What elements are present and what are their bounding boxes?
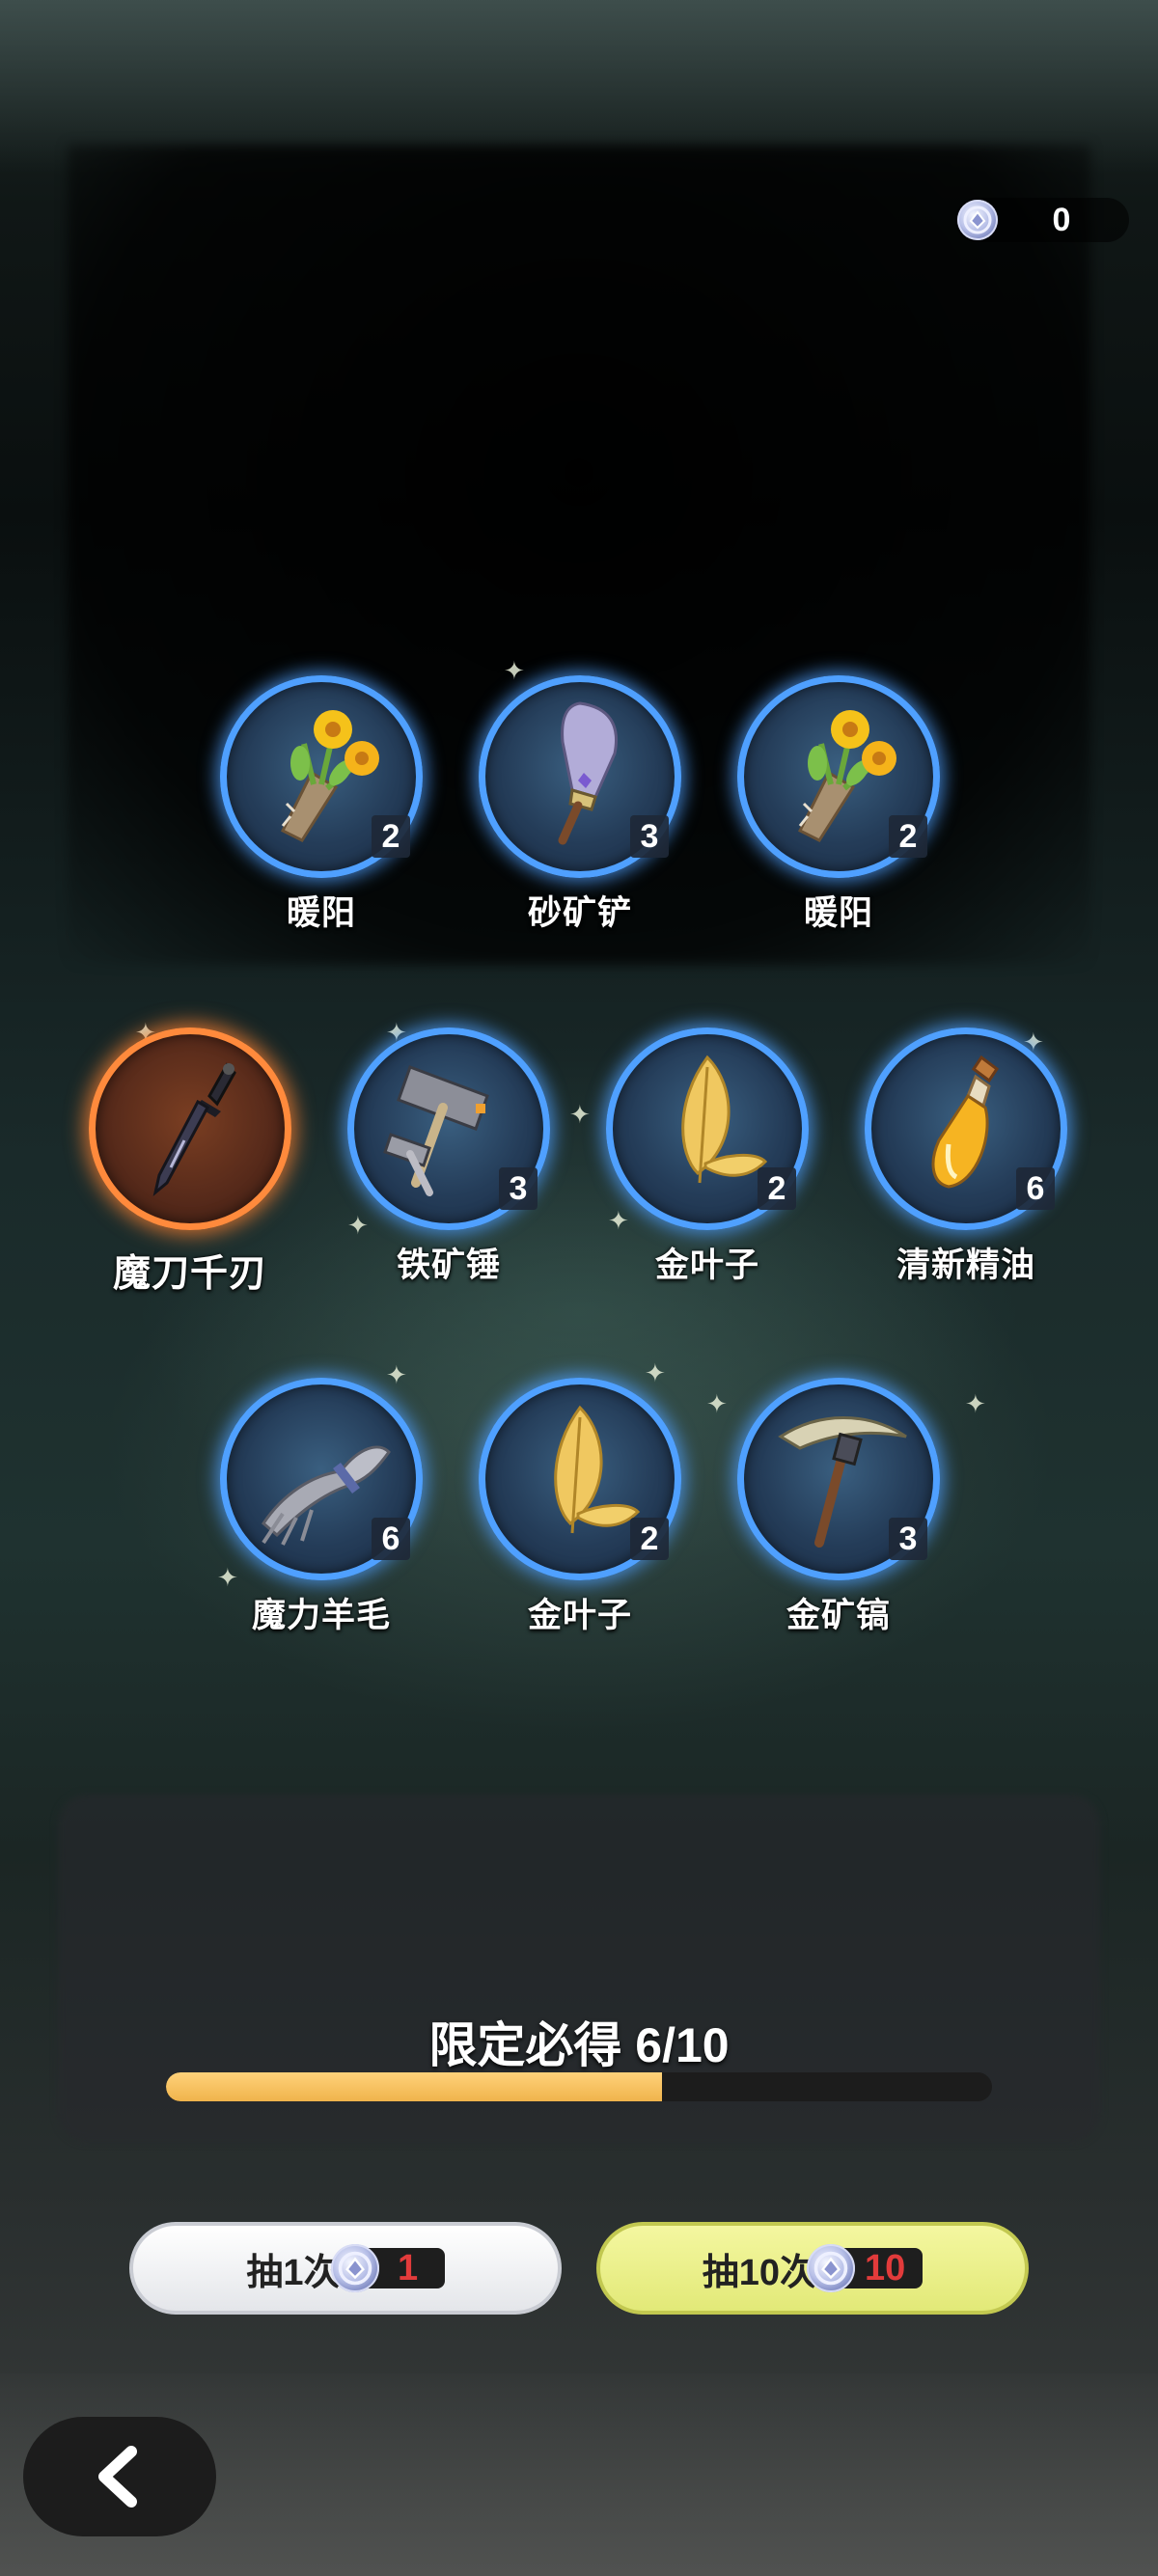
item-count: 3 bbox=[630, 815, 669, 858]
item-name: 砂矿铲 bbox=[527, 894, 632, 932]
item-count: 2 bbox=[372, 815, 410, 858]
draw-ten-button[interactable]: 抽10次 10 bbox=[596, 2222, 1029, 2315]
item-count: 6 bbox=[372, 1518, 410, 1560]
draw-once-cost: 1 bbox=[397, 2247, 419, 2288]
item-count: 3 bbox=[889, 1518, 927, 1560]
item-name: 魔力羊毛 bbox=[251, 1597, 391, 1634]
item-name: 金叶子 bbox=[654, 1247, 759, 1284]
item-count: 2 bbox=[758, 1167, 796, 1210]
item-count: 2 bbox=[630, 1518, 669, 1560]
item-frame: 3 bbox=[479, 675, 681, 878]
item-frame: 2 bbox=[606, 1028, 809, 1230]
item-frame: 3 bbox=[347, 1028, 550, 1230]
item-frame: 2 bbox=[737, 675, 940, 878]
crystal-coin-icon bbox=[957, 200, 998, 240]
item-name: 金矿镐 bbox=[786, 1597, 891, 1634]
item-frame-rare bbox=[89, 1028, 291, 1230]
reward-item[interactable]: 2 金叶子 bbox=[450, 1378, 710, 1637]
item-frame: 3 bbox=[737, 1378, 940, 1580]
cost-badge: 10 bbox=[807, 2244, 924, 2292]
item-frame: 6 bbox=[865, 1028, 1067, 1230]
cost-badge: 1 bbox=[330, 2244, 445, 2292]
guarantee-progress-bar bbox=[166, 2072, 992, 2101]
guarantee-progress-label: 限定必得 6/10 bbox=[428, 2018, 730, 2072]
item-count: 6 bbox=[1016, 1167, 1055, 1210]
reward-item[interactable]: 6 魔力羊毛 bbox=[191, 1378, 452, 1637]
draw-once-button[interactable]: 抽1次 1 bbox=[129, 2222, 562, 2315]
item-name: 暖阳 bbox=[286, 894, 356, 932]
draw-ten-label: 抽10次 bbox=[702, 2252, 816, 2293]
item-frame: 2 bbox=[220, 675, 423, 878]
item-frame: 2 bbox=[479, 1378, 681, 1580]
currency-counter: 0 bbox=[955, 198, 1129, 242]
item-name: 铁矿锤 bbox=[396, 1247, 501, 1284]
draw-once-label: 抽1次 bbox=[246, 2252, 341, 2293]
item-name: 清新精油 bbox=[896, 1247, 1035, 1284]
reward-item[interactable]: 2 金叶子 bbox=[577, 1028, 838, 1287]
item-name: 金叶子 bbox=[527, 1597, 632, 1634]
currency-amount: 0 bbox=[1052, 202, 1071, 238]
item-count: 3 bbox=[499, 1167, 538, 1210]
item-frame: 6 bbox=[220, 1378, 423, 1580]
reward-item[interactable]: 3 铁矿锤 bbox=[318, 1028, 579, 1287]
reward-item[interactable]: 3 砂矿铲 bbox=[450, 675, 710, 935]
item-count: 2 bbox=[889, 815, 927, 858]
reward-item[interactable]: 6 清新精油 bbox=[836, 1028, 1096, 1287]
chevron-left-icon bbox=[98, 2446, 137, 2507]
dagger-icon bbox=[152, 1062, 236, 1196]
progress-fill bbox=[166, 2072, 662, 2101]
reward-item-rare[interactable]: 魔刀千刃 bbox=[60, 1028, 320, 1298]
item-name: 魔刀千刃 bbox=[112, 1253, 267, 1295]
reward-item[interactable]: 2 暖阳 bbox=[708, 675, 969, 935]
crystal-coin-icon bbox=[330, 2244, 379, 2292]
item-name: 暖阳 bbox=[803, 894, 873, 932]
back-button[interactable] bbox=[23, 2417, 216, 2536]
draw-ten-cost: 10 bbox=[865, 2247, 906, 2288]
reward-item[interactable]: 2 暖阳 bbox=[191, 675, 452, 935]
reward-item[interactable]: 3 金矿镐 bbox=[708, 1378, 969, 1637]
crystal-coin-icon bbox=[807, 2244, 855, 2292]
